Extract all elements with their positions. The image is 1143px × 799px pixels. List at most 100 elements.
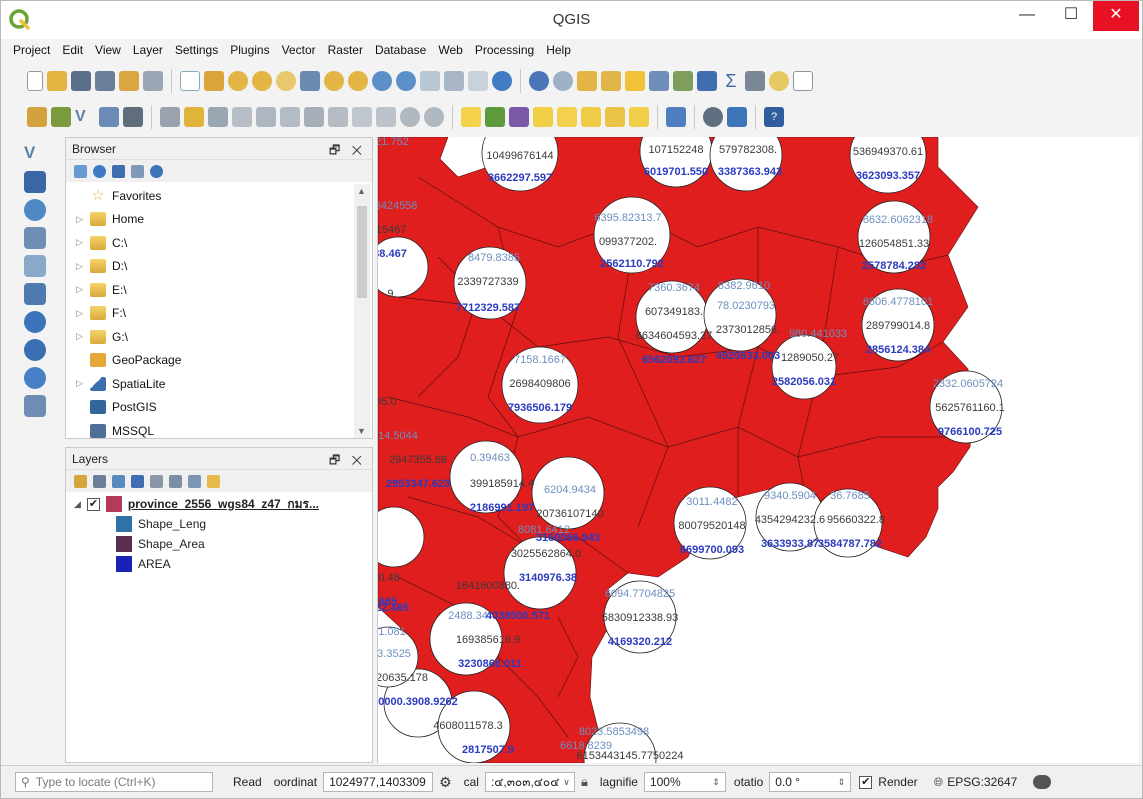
text-annotation-icon[interactable] (793, 71, 813, 91)
show-hide-labels-icon[interactable] (557, 107, 577, 127)
toolbox-icon[interactable] (697, 71, 717, 91)
zoom-in-icon[interactable] (228, 71, 248, 91)
new-3d-map-view-icon[interactable] (444, 71, 464, 91)
remove-layer-icon[interactable] (207, 474, 220, 488)
filter-expression-icon[interactable] (150, 474, 163, 488)
browser-item[interactable]: ▷ C:\ (66, 231, 352, 255)
toggle-extents-icon[interactable]: ⚙ (439, 774, 452, 791)
redo-icon[interactable] (424, 107, 444, 127)
menu-layer[interactable]: Layer (127, 43, 169, 57)
pin-labels-icon[interactable] (533, 107, 553, 127)
open-styling-icon[interactable] (74, 474, 87, 488)
toggle-editing-icon[interactable] (184, 107, 204, 127)
db-manager-icon[interactable] (666, 107, 686, 127)
coordinate-field[interactable]: 1024977,1403309 (323, 772, 434, 792)
new-map-view-icon[interactable] (420, 71, 440, 91)
render-checkbox[interactable]: ✔ (859, 775, 873, 789)
browser-item[interactable]: ☆ Favorites (66, 184, 352, 208)
maximize-button[interactable]: ☐ (1049, 1, 1093, 31)
add-layer-icon[interactable] (123, 107, 143, 127)
add-mssql-layer-icon[interactable] (24, 283, 46, 305)
manage-map-themes-icon[interactable] (112, 474, 125, 488)
attribute-table-icon[interactable] (649, 71, 669, 91)
cut-features-icon[interactable] (328, 107, 348, 127)
messages-icon[interactable] (1033, 775, 1052, 789)
expand-arrow-icon[interactable]: ▷ (76, 237, 90, 248)
browser-item[interactable]: MSSQL (66, 419, 352, 438)
map-tips-icon[interactable] (769, 71, 789, 91)
modify-attributes-icon[interactable] (280, 107, 300, 127)
add-spatialite-layer-icon[interactable] (24, 199, 46, 221)
browser-item[interactable]: GeoPackage (66, 349, 352, 373)
browser-item[interactable]: ▷ E:\ (66, 278, 352, 302)
layer-diagram-icon[interactable] (509, 107, 529, 127)
menu-settings[interactable]: Settings (169, 43, 224, 57)
save-project-icon[interactable] (71, 71, 91, 91)
menu-processing[interactable]: Processing (469, 43, 540, 57)
scale-dropdown[interactable]: :๔,๓๐๓,๔๐๔ ∨ (484, 772, 575, 792)
deselect-all-icon[interactable] (625, 71, 645, 91)
menu-raster[interactable]: Raster (322, 43, 369, 57)
expand-arrow-icon[interactable]: ▷ (76, 214, 90, 225)
statistics-icon[interactable] (673, 71, 693, 91)
add-delimited-text-layer-icon[interactable]: V (24, 143, 46, 165)
browser-item[interactable]: ▷ F:\ (66, 302, 352, 326)
change-label-icon[interactable] (629, 107, 649, 127)
new-shapefile-layer-icon[interactable] (24, 395, 46, 417)
zoom-native-icon[interactable] (276, 71, 296, 91)
delete-selected-icon[interactable] (304, 107, 324, 127)
menu-vector[interactable]: Vector (276, 43, 322, 57)
layer-labeling-icon[interactable] (485, 107, 505, 127)
open-project-icon[interactable] (47, 71, 67, 91)
sum-icon[interactable]: Σ (721, 71, 741, 91)
minimize-button[interactable]: — (1005, 1, 1049, 31)
add-vector-layer-icon[interactable] (51, 107, 71, 127)
add-virtual-layer-icon[interactable] (24, 255, 46, 277)
expand-arrow-icon[interactable]: ▷ (76, 378, 90, 389)
add-feature-icon[interactable] (232, 107, 252, 127)
crs-label[interactable]: EPSG:32647 (947, 775, 1017, 789)
browser-item[interactable]: PostGIS (66, 396, 352, 420)
layout-manager-icon[interactable] (143, 71, 163, 91)
label-toolbar-icon[interactable] (461, 107, 481, 127)
scroll-up-icon[interactable]: ▲ (357, 186, 366, 196)
save-edits-icon[interactable] (208, 107, 228, 127)
filter-legend-icon[interactable] (131, 474, 144, 488)
collapse-all-icon[interactable] (188, 474, 201, 488)
lock-scale-icon[interactable]: 🔒︎ (581, 774, 588, 790)
panel-controls[interactable]: 🗗 ✕ (329, 451, 366, 472)
new-print-layout-icon[interactable] (119, 71, 139, 91)
plugin-icon[interactable] (703, 107, 723, 127)
deselect-icon[interactable] (601, 71, 621, 91)
menu-project[interactable]: Project (7, 43, 56, 57)
save-as-icon[interactable] (95, 71, 115, 91)
select-features-icon[interactable] (553, 71, 573, 91)
menu-database[interactable]: Database (369, 43, 432, 57)
new-project-icon[interactable] (27, 71, 43, 91)
menu-view[interactable]: View (89, 43, 127, 57)
add-delimited-text-icon[interactable]: V (75, 107, 95, 127)
panel-controls[interactable]: 🗗 ✕ (329, 141, 366, 162)
copy-features-icon[interactable] (352, 107, 372, 127)
zoom-last-icon[interactable] (372, 71, 392, 91)
python-console-icon[interactable] (727, 107, 747, 127)
add-wfs-layer-icon[interactable] (24, 339, 46, 361)
rotate-label-icon[interactable] (605, 107, 625, 127)
measure-icon[interactable] (745, 71, 765, 91)
add-selected-layers-icon[interactable] (74, 164, 87, 178)
current-edits-icon[interactable] (160, 107, 180, 127)
zoom-full-icon[interactable] (300, 71, 320, 91)
locator-search-input[interactable]: ⚲ Type to locate (Ctrl+K) (15, 772, 213, 792)
vertex-tool-icon[interactable] (256, 107, 276, 127)
zoom-to-selection-icon[interactable] (324, 71, 344, 91)
zoom-out-icon[interactable] (252, 71, 272, 91)
refresh-icon[interactable] (492, 71, 512, 91)
layer-visibility-checkbox[interactable]: ✔ (86, 497, 100, 511)
collapse-all-icon[interactable] (131, 164, 144, 178)
expand-arrow-icon[interactable]: ▷ (76, 284, 90, 295)
add-group-icon[interactable] (93, 474, 106, 488)
zoom-to-layer-icon[interactable] (348, 71, 368, 91)
map-canvas[interactable]: 21.752 10499676144 3662297.597 107152248 601… (377, 137, 1139, 763)
browser-item[interactable]: ▷ Home (66, 208, 352, 232)
add-wcs-layer-icon[interactable] (24, 367, 46, 389)
